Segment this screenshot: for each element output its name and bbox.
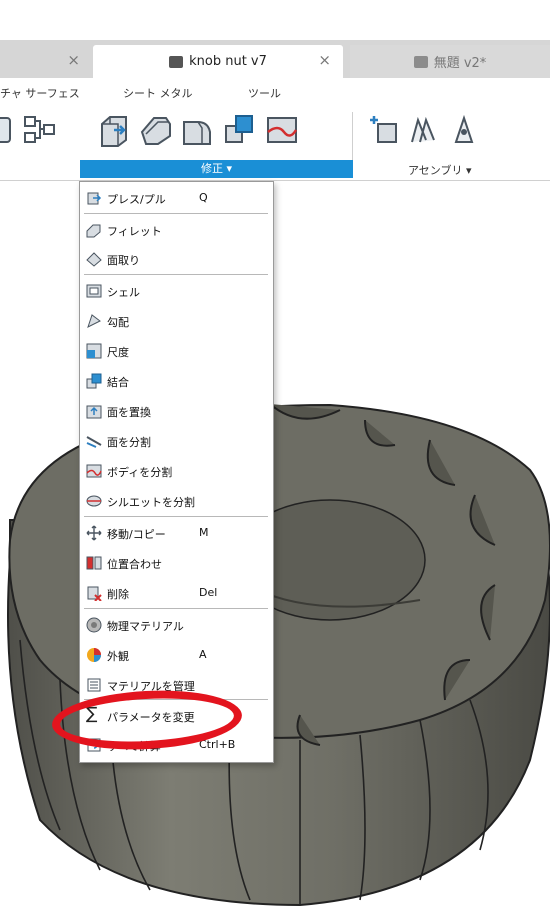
menu-separator [84,516,268,517]
modify-dropdown-menu: プレス/プル Q フィレット 面取り シェル 勾配 尺度 結合 面を置換 面を分… [79,181,274,763]
menu-item-press-pull[interactable]: プレス/プル Q [80,183,273,213]
menu-item-draft[interactable]: 勾配 [80,306,273,336]
tab-surface[interactable]: チャ サーフェス [0,85,80,101]
document-tab-strip: × knob nut v7 × 無題 v2* [0,40,550,78]
appearance-icon [87,648,101,662]
align-icon [86,556,102,570]
menu-item-physical-material[interactable]: 物理マテリアル [80,610,273,640]
component-icon [413,55,428,68]
menu-item-silhouette-split[interactable]: シルエットを分割 [80,486,273,516]
press-pull-icon [87,192,102,205]
tab-previous-document[interactable]: × [0,45,88,78]
menu-separator [84,213,268,214]
silhouette-split-icon [86,495,102,507]
fillet-tool-icon[interactable] [138,112,174,148]
menu-item-replace-face[interactable]: 面を置換 [80,396,273,426]
joint-tool-icon[interactable] [406,112,442,148]
new-component-tool-icon[interactable] [366,112,402,148]
as-built-joint-tool-icon[interactable] [446,112,482,148]
tab-tools[interactable]: ツール [248,85,281,101]
title-bar [0,0,550,41]
split-face-icon [86,436,102,448]
shell-icon [86,284,102,298]
sketch-tool-icon[interactable] [0,112,18,148]
menu-item-chamfer[interactable]: 面取り [80,244,273,274]
menu-item-delete[interactable]: 削除 Del [80,578,273,608]
menu-item-split-body[interactable]: ボディを分割 [80,456,273,486]
close-icon[interactable]: × [318,51,331,69]
modify-menu-button[interactable]: 修正 ▾ [80,160,353,178]
menu-item-move-copy[interactable]: 移動/コピー M [80,518,273,548]
manage-materials-icon [87,678,101,692]
menu-item-fillet[interactable]: フィレット [80,215,273,245]
split-body-icon [86,464,102,478]
component-icon [169,55,184,68]
combine-icon [86,373,102,389]
move-icon [86,525,102,541]
replace-face-icon [86,405,102,419]
menu-item-appearance[interactable]: 外観 A [80,640,273,670]
fillet-icon [86,224,101,238]
menu-item-split-face[interactable]: 面を分割 [80,426,273,456]
chamfer-icon [86,252,102,267]
scale-icon [86,343,102,359]
delete-icon [87,586,102,601]
close-icon[interactable]: × [67,51,80,69]
combine-tool-icon[interactable] [222,112,258,148]
press-pull-tool-icon[interactable] [96,112,132,148]
menu-item-align[interactable]: 位置合わせ [80,548,273,578]
pattern-tool-icon[interactable] [22,112,58,148]
tab-label: 無題 v2* [433,56,487,71]
tab-untitled[interactable]: 無題 v2* [350,45,550,78]
tab-label: knob nut v7 [189,54,267,69]
menu-item-scale[interactable]: 尺度 [80,336,273,366]
physical-material-icon [86,617,102,633]
assembly-menu-button[interactable]: アセンブリ ▾ [408,162,471,178]
tab-knob-nut[interactable]: knob nut v7 × [93,45,343,78]
menu-item-combine[interactable]: 結合 [80,366,273,396]
split-body-tool-icon[interactable] [264,112,300,148]
menu-separator [84,608,268,609]
tab-sheet-metal[interactable]: シート メタル [123,85,193,101]
chamfer-tool-icon[interactable] [180,112,216,148]
menu-item-shell[interactable]: シェル [80,276,273,306]
draft-icon [87,314,101,328]
menu-separator [84,274,268,275]
toolbar-ribbon: チャ サーフェス シート メタル ツール 修正 ▾ アセンブリ ▾ [0,78,550,181]
